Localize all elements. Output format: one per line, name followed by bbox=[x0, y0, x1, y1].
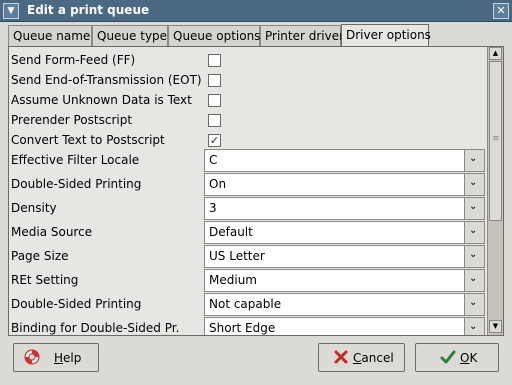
options-list: Send Form-Feed (FF) Send End-of-Transmis… bbox=[9, 47, 487, 335]
chevron-down-icon[interactable]: ⌄ bbox=[464, 150, 484, 171]
option-row: Density 3 ⌄ bbox=[9, 197, 487, 221]
chevron-down-icon[interactable]: ⌄ bbox=[464, 222, 484, 243]
double-sided-printing-dropdown[interactable]: On ⌄ bbox=[204, 173, 485, 196]
option-label: Double-Sided Printing bbox=[11, 177, 142, 191]
option-label: Page Size bbox=[11, 249, 69, 263]
option-label: Send Form-Feed (FF) bbox=[11, 53, 136, 67]
help-label: Help bbox=[54, 351, 82, 365]
vertical-scrollbar[interactable]: ▲ ≡ ▼ bbox=[487, 47, 503, 335]
option-row: Page Size US Letter ⌄ bbox=[9, 245, 487, 269]
density-dropdown[interactable]: 3 ⌄ bbox=[204, 197, 485, 220]
tab-queue-name[interactable]: Queue name bbox=[8, 25, 92, 46]
window-title: Edit a print queue bbox=[27, 3, 150, 17]
scroll-up-icon[interactable]: ▲ bbox=[489, 47, 502, 60]
option-row: Effective Filter Locale C ⌄ bbox=[9, 149, 487, 173]
cancel-label: Cancel bbox=[353, 351, 394, 365]
send-eot-checkbox[interactable] bbox=[208, 74, 221, 87]
media-source-dropdown[interactable]: Default ⌄ bbox=[204, 221, 485, 244]
option-label: Density bbox=[11, 201, 57, 215]
send-form-feed-checkbox[interactable] bbox=[208, 54, 221, 67]
ok-label: OK bbox=[460, 351, 478, 365]
prerender-postscript-checkbox[interactable] bbox=[208, 114, 221, 127]
option-label: Prerender Postscript bbox=[11, 113, 133, 127]
dropdown-value: Short Edge bbox=[209, 321, 276, 335]
option-row: Media Source Default ⌄ bbox=[9, 221, 487, 245]
tab-queue-type[interactable]: Queue type bbox=[92, 25, 168, 46]
option-row: Double-Sided Printing Not capable ⌄ bbox=[9, 293, 487, 317]
red-x-icon bbox=[334, 350, 348, 364]
dropdown-value: Default bbox=[209, 225, 253, 239]
dropdown-value: US Letter bbox=[209, 249, 265, 263]
dropdown-value: On bbox=[209, 177, 227, 191]
chevron-down-icon[interactable]: ⌄ bbox=[464, 294, 484, 315]
option-label: Assume Unknown Data is Text bbox=[11, 93, 192, 107]
close-icon[interactable]: ✕ bbox=[493, 3, 509, 19]
option-label: Convert Text to Postscript bbox=[11, 133, 165, 147]
grip-icon: ≡ bbox=[492, 134, 500, 144]
option-label: Effective Filter Locale bbox=[11, 153, 140, 167]
option-row: Binding for Double-Sided Pr. Short Edge … bbox=[9, 317, 487, 335]
dropdown-value: Not capable bbox=[209, 297, 282, 311]
option-row: REt Setting Medium ⌄ bbox=[9, 269, 487, 293]
scrollbar-thumb[interactable]: ≡ bbox=[489, 61, 502, 221]
option-label: Media Source bbox=[11, 225, 93, 239]
option-label: REt Setting bbox=[11, 273, 79, 287]
option-label: Send End-of-Transmission (EOT) bbox=[11, 73, 202, 87]
assume-unknown-data-text-checkbox[interactable] bbox=[208, 94, 221, 107]
scroll-down-icon[interactable]: ▼ bbox=[489, 320, 502, 333]
convert-text-postscript-checkbox[interactable]: ✓ bbox=[208, 134, 221, 147]
chevron-down-icon[interactable]: ⌄ bbox=[464, 246, 484, 267]
cancel-button[interactable]: Cancel bbox=[318, 343, 405, 372]
tab-printer-driver[interactable]: Printer driver bbox=[260, 25, 344, 46]
option-label: Binding for Double-Sided Pr. bbox=[11, 321, 180, 335]
dropdown-value: C bbox=[209, 153, 218, 167]
chevron-down-icon[interactable]: ⌄ bbox=[464, 318, 484, 335]
chevron-down-icon[interactable]: ⌄ bbox=[464, 198, 484, 219]
option-label: Double-Sided Printing bbox=[11, 297, 142, 311]
chevron-down-icon[interactable]: ⌄ bbox=[464, 270, 484, 291]
effective-filter-locale-dropdown[interactable]: C ⌄ bbox=[204, 149, 485, 172]
help-lifebuoy-icon bbox=[24, 349, 40, 365]
dropdown-value: Medium bbox=[209, 273, 257, 287]
title-bar: ▼ Edit a print queue ✕ bbox=[0, 0, 512, 22]
green-check-icon bbox=[440, 350, 456, 364]
page-size-dropdown[interactable]: US Letter ⌄ bbox=[204, 245, 485, 268]
chevron-down-icon[interactable]: ⌄ bbox=[464, 174, 484, 195]
ok-button[interactable]: OK bbox=[415, 343, 499, 372]
ret-setting-dropdown[interactable]: Medium ⌄ bbox=[204, 269, 485, 292]
window-menu-icon[interactable]: ▼ bbox=[3, 3, 19, 19]
tab-queue-options[interactable]: Queue options bbox=[168, 25, 260, 46]
driver-options-panel: Send Form-Feed (FF) Send End-of-Transmis… bbox=[8, 46, 504, 336]
help-button[interactable]: Help bbox=[13, 343, 99, 372]
tab-driver-options[interactable]: Driver options bbox=[341, 24, 431, 47]
dropdown-value: 3 bbox=[209, 201, 217, 215]
double-sided-capability-dropdown[interactable]: Not capable ⌄ bbox=[204, 293, 485, 316]
binding-double-sided-dropdown[interactable]: Short Edge ⌄ bbox=[204, 317, 485, 335]
option-row: Double-Sided Printing On ⌄ bbox=[9, 173, 487, 197]
